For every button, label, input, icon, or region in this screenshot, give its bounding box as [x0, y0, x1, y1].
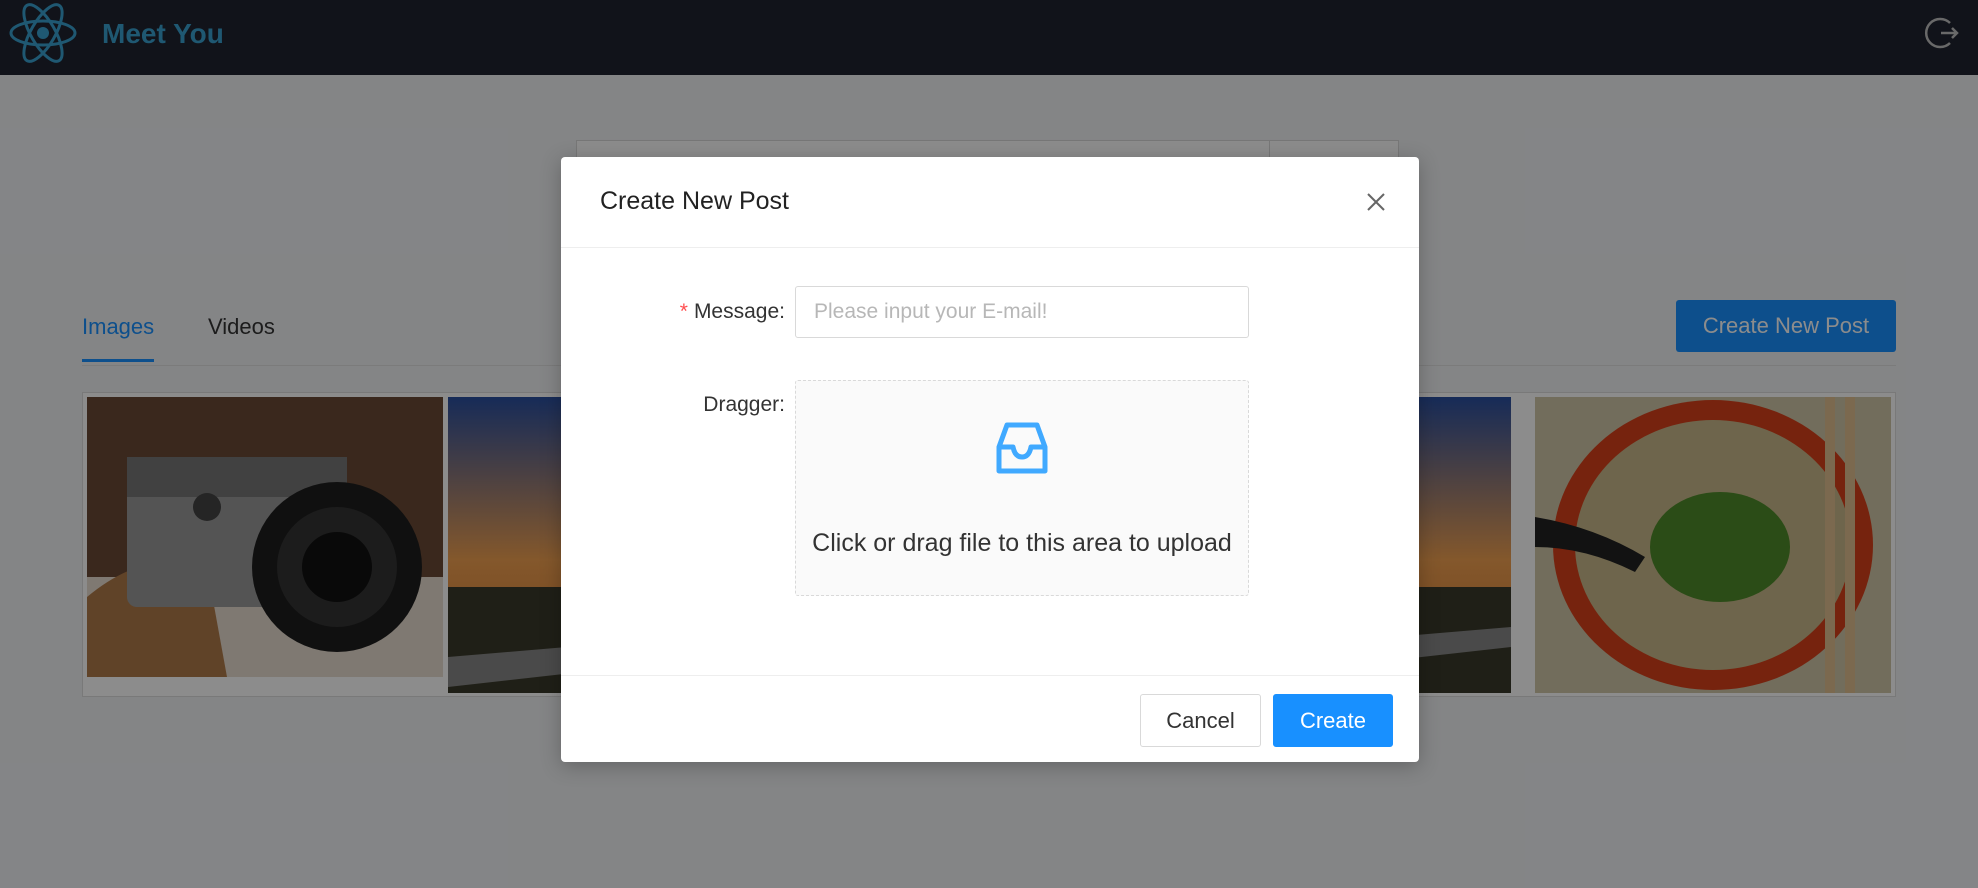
message-label: * Message: — [665, 300, 785, 324]
modal-header: Create New Post — [561, 157, 1419, 248]
create-button[interactable]: Create — [1273, 694, 1393, 747]
dragger-label-text: Dragger — [703, 393, 780, 416]
inbox-icon — [996, 422, 1048, 474]
message-input[interactable] — [795, 286, 1249, 338]
create-post-modal: Create New Post *Message: Dragger: Click… — [561, 157, 1419, 762]
required-star: * — [679, 300, 688, 323]
dragger-label: Dragger: — [665, 393, 785, 417]
message-label-text: Message — [693, 300, 780, 323]
dragger-hint: Click or drag file to this area to uploa… — [812, 529, 1232, 557]
cancel-button[interactable]: Cancel — [1140, 694, 1261, 747]
close-icon[interactable] — [1361, 187, 1391, 217]
message-label-colon: : — [779, 300, 785, 323]
modal-footer: Cancel Create — [561, 675, 1419, 763]
modal-title: Create New Post — [600, 187, 789, 215]
file-dragger[interactable]: Click or drag file to this area to uploa… — [795, 380, 1249, 596]
dragger-label-colon: : — [779, 393, 785, 416]
